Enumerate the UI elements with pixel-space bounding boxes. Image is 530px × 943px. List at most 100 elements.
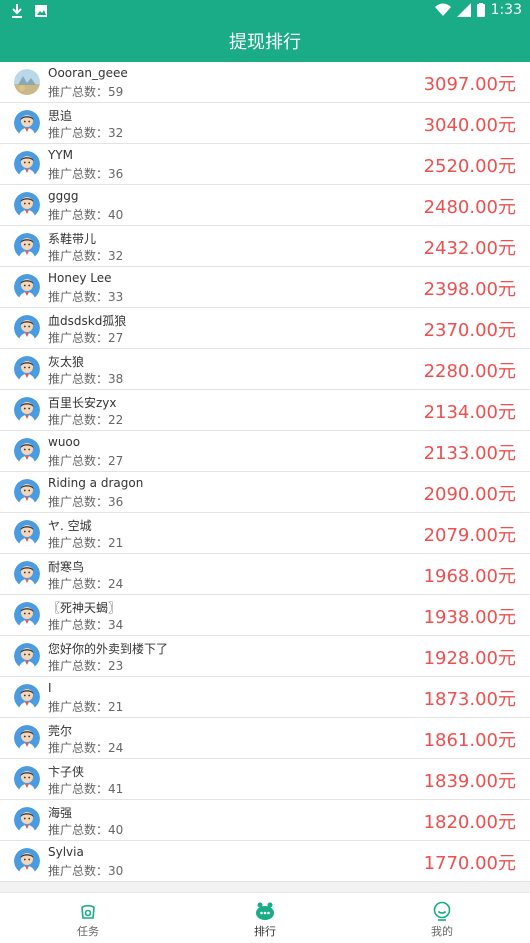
user-name: 莞尔 [48,724,73,738]
tab-ranking[interactable]: 排行 [177,893,353,943]
tab-task-label: 任务 [77,925,99,938]
status-bar: 1:33 [0,0,530,24]
promotion-count: 推广总数：32 [48,126,124,140]
list-item[interactable]: 海强推广总数：40 1820.00元 [0,800,530,841]
wifi-icon [434,3,451,16]
list-item[interactable]: gggg 推广总数：40 2480.00元 [0,185,530,226]
avatar [14,397,40,423]
avatar [14,643,40,669]
user-name: 您好你的外卖到楼下了 [48,642,169,656]
avatar [14,233,40,259]
avatar [14,192,40,218]
list-item[interactable]: 系鞋带儿 推广总数：32 2432.00元 [0,226,530,267]
avatar [14,438,40,464]
list-item[interactable]: 思追 推广总数：32 3040.00元 [0,103,530,144]
user-name: 百里长安zyx [48,396,117,410]
page-title: 提现排行 [229,32,301,53]
list-item[interactable]: 您好你的外卖到楼下了 推广总数：23 1928.00元 [0,636,530,677]
user-name: gggg [48,189,79,203]
user-name: 卞子侠 [48,765,85,779]
withdraw-amount: 2090.00元 [423,484,516,505]
withdraw-amount: 2480.00元 [423,197,516,218]
withdraw-amount: 2079.00元 [423,525,516,546]
image-icon [35,5,47,17]
user-name: YYM [48,148,74,162]
withdraw-amount: 1938.00元 [423,607,516,628]
promotion-count: 推广总数：22 [48,413,124,427]
tab-mine[interactable]: 我的 [354,893,530,943]
user-name: Honey Lee [48,271,112,285]
user-name: Oooran_geee [48,66,128,80]
withdraw-amount: 2133.00元 [423,443,516,464]
list-item[interactable]: wuoo 推广总数：27 2133.00元 [0,431,530,472]
ranking-icon [256,902,274,920]
list-item[interactable]: I 推广总数：21 1873.00元 [0,677,530,718]
list-item[interactable]: 〖死神天蝎〗 推广总数：34 1938.00元 [0,595,530,636]
promotion-count: 推广总数：59 [48,85,124,99]
battery-icon [476,3,485,17]
avatar [14,807,40,833]
list-item[interactable]: YYM 推广总数：36 2520.00元 [0,144,530,185]
list-item[interactable]: 卞子侠 推广总数：41 1839.00元 [0,759,530,800]
app-bar: 提现排行 [0,24,530,62]
list-item[interactable]: 百里长安zyx 推广总数：22 2134.00元 [0,390,530,431]
list-item[interactable]: Riding a dragon 推广总数：36 2090.00元 [0,472,530,513]
withdraw-amount: 1861.00元 [423,730,516,751]
promotion-count: 推广总数：33 [48,290,124,304]
withdraw-amount: 2370.00元 [423,320,516,341]
promotion-count: 推广总数：36 [48,495,124,509]
avatar [14,520,40,546]
user-name: 〖死神天蝎〗 [48,601,121,615]
avatar [14,725,40,751]
list-item[interactable]: Sylvia 推广总数：30 1770.00元 [0,841,530,882]
promotion-count: 推广总数：27 [48,454,124,468]
list-item[interactable]: 血dsdskd孤狼 推广总数：27 2370.00元 [0,308,530,349]
avatar [14,274,40,300]
withdraw-amount: 2398.00元 [423,279,516,300]
withdraw-amount: 1820.00元 [423,812,516,833]
user-name: ヤ. 空城 [48,519,92,533]
avatar [14,110,40,136]
list-item[interactable]: 耐寒鸟 推广总数：24 1968.00元 [0,554,530,595]
avatar [14,151,40,177]
promotion-count: 推广总数：34 [48,618,124,632]
profile-icon [433,901,451,921]
user-name: 血dsdskd孤狼 [48,314,127,328]
user-name: 系鞋带儿 [48,232,97,246]
withdraw-amount: 1873.00元 [423,689,516,710]
avatar [14,848,40,874]
list-item[interactable]: Oooran_geee 推广总数：59 3097.00元 [0,62,530,103]
user-name: 耐寒鸟 [48,560,85,574]
tab-task[interactable]: 任务 [0,893,176,943]
avatar [14,684,40,710]
avatar [14,561,40,587]
promotion-count: 推广总数：24 [48,741,124,755]
withdraw-amount: 3097.00元 [423,74,516,95]
tab-ranking-label: 排行 [254,925,276,938]
promotion-count: 推广总数：40 [48,823,124,837]
withdraw-amount: 1770.00元 [423,853,516,874]
withdraw-amount: 1968.00元 [423,566,516,587]
ranking-list: Oooran_geee 推广总数：59 3097.00元 思追 推广总数：32 3040.… [0,62,530,882]
bottom-tab-bar: 任务 排行 我的 [0,892,530,943]
list-item[interactable]: 莞尔推广总数：24 1861.00元 [0,718,530,759]
status-time: 1:33 [490,2,522,18]
list-item[interactable]: Honey Lee 推广总数：33 2398.00元 [0,267,530,308]
list-item[interactable]: 灰太狼推广总数：38 2280.00元 [0,349,530,390]
user-name: Riding a dragon [48,476,144,490]
withdraw-amount: 2134.00元 [423,402,516,423]
promotion-count: 推广总数：27 [48,331,124,345]
user-name: 灰太狼 [48,355,85,369]
signal-icon [456,3,471,17]
promotion-count: 推广总数：23 [48,659,124,673]
promotion-count: 推广总数：38 [48,372,124,386]
promotion-count: 推广总数：21 [48,700,124,714]
list-item[interactable]: ヤ. 空城 推广总数：21 2079.00元 [0,513,530,554]
user-name: 思追 [48,109,73,123]
promotion-count: 推广总数：30 [48,864,124,878]
withdraw-amount: 1928.00元 [423,648,516,669]
user-name: 海强 [48,806,73,820]
withdraw-amount: 2280.00元 [423,361,516,382]
avatar [14,479,40,505]
withdraw-amount: 1839.00元 [423,771,516,792]
